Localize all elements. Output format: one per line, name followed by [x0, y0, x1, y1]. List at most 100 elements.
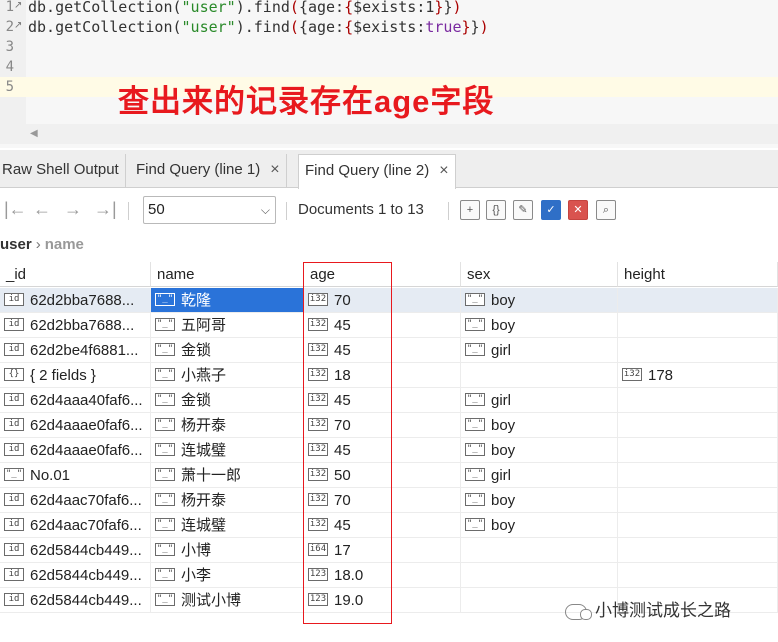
cell-age[interactable]: i32 70 — [304, 488, 461, 513]
editor-horizontal-scrollbar[interactable]: ◀ — [0, 124, 778, 144]
cell-height[interactable] — [618, 413, 778, 438]
cell-age[interactable]: i32 45 — [304, 513, 461, 538]
cell-sex[interactable]: "_" boy — [461, 413, 618, 438]
column-header-name[interactable]: name — [151, 262, 304, 287]
cell-name[interactable]: "_" 小燕子 — [151, 363, 304, 388]
cell-id[interactable]: id 62d4aac70faf6... — [0, 488, 151, 513]
cell-height[interactable] — [618, 288, 778, 313]
view-document-icon[interactable]: {} — [486, 200, 506, 220]
cell-id[interactable]: id 62d5844cb449... — [0, 563, 151, 588]
table-row[interactable]: id 62d5844cb449... "_" 小博 i64 17 — [0, 538, 778, 563]
cell-sex[interactable] — [461, 538, 618, 563]
cell-sex[interactable]: "_" girl — [461, 338, 618, 363]
cell-id[interactable]: {} { 2 fields } — [0, 363, 151, 388]
cell-name[interactable]: "_" 连城璧 — [151, 513, 304, 538]
cell-name[interactable]: "_" 小博 — [151, 538, 304, 563]
cell-height[interactable] — [618, 538, 778, 563]
cell-height[interactable] — [618, 463, 778, 488]
cell-age[interactable]: i32 45 — [304, 313, 461, 338]
select-all-icon[interactable]: ✓ — [541, 200, 561, 220]
table-row[interactable]: "_" No.01 "_" 萧十一郎 i32 50 "_" girl — [0, 463, 778, 488]
table-row[interactable]: id 62d4aaae0faf6... "_" 连城璧 i32 45 "_" boy — [0, 438, 778, 463]
cell-height[interactable] — [618, 563, 778, 588]
cell-sex[interactable]: "_" boy — [461, 288, 618, 313]
cell-sex[interactable]: "_" boy — [461, 313, 618, 338]
cell-id[interactable]: id 62d4aaa40faf6... — [0, 388, 151, 413]
tab-find-query-line-2[interactable]: Find Query (line 2) × — [298, 154, 456, 189]
cell-name[interactable]: "_" 金锁 — [151, 338, 304, 363]
breadcrumb-collection[interactable]: user — [0, 236, 32, 253]
cell-name[interactable]: "_" 五阿哥 — [151, 313, 304, 338]
tab-find-query-line-1[interactable]: Find Query (line 1) × — [130, 154, 287, 188]
cell-height[interactable] — [618, 513, 778, 538]
table-row[interactable]: id 62d2bba7688... "_" 乾隆 i32 70 "_" boy — [0, 288, 778, 313]
next-page-icon[interactable]: → — [64, 200, 82, 218]
close-icon[interactable]: × — [439, 155, 448, 187]
code-line[interactable]: 4 — [0, 57, 778, 77]
edit-document-icon[interactable]: ✎ — [513, 200, 533, 220]
scroll-left-icon[interactable]: ◀ — [30, 128, 38, 139]
column-header-sex[interactable]: sex — [461, 262, 618, 287]
cell-id[interactable]: id 62d2bba7688... — [0, 313, 151, 338]
cell-sex[interactable]: "_" boy — [461, 513, 618, 538]
previous-page-icon[interactable]: ← — [33, 200, 51, 218]
cell-age[interactable]: i32 70 — [304, 288, 461, 313]
first-page-icon[interactable]: |← — [4, 200, 27, 218]
cell-name[interactable]: "_" 杨开泰 — [151, 413, 304, 438]
cell-height[interactable] — [618, 388, 778, 413]
cell-age[interactable]: i32 45 — [304, 388, 461, 413]
cell-age[interactable]: i32 18 — [304, 363, 461, 388]
fold-icon[interactable]: ↗ — [14, 20, 22, 32]
table-row[interactable]: id 62d4aaa40faf6... "_" 金锁 i32 45 "_" girl — [0, 388, 778, 413]
cell-sex[interactable] — [461, 563, 618, 588]
add-document-icon[interactable]: + — [460, 200, 480, 220]
cell-age[interactable]: 123 19.0 — [304, 588, 461, 613]
cell-sex[interactable]: "_" boy — [461, 438, 618, 463]
table-row[interactable]: id 62d4aac70faf6... "_" 连城璧 i32 45 "_" boy — [0, 513, 778, 538]
column-header-id[interactable]: _id — [0, 262, 151, 287]
close-icon[interactable]: × — [270, 154, 279, 186]
cell-id[interactable]: id 62d5844cb449... — [0, 588, 151, 613]
column-header-age[interactable]: age — [304, 262, 461, 287]
cell-height[interactable] — [618, 488, 778, 513]
cell-sex[interactable]: "_" girl — [461, 388, 618, 413]
cell-id[interactable]: id 62d5844cb449... — [0, 538, 151, 563]
cell-id[interactable]: id 62d2bba7688... — [0, 288, 151, 313]
query-editor[interactable]: 1 ↗ db.getCollection("user").find({age:{$e… — [0, 0, 778, 148]
cell-name[interactable]: "_" 测试小博 — [151, 588, 304, 613]
cell-age[interactable]: i64 17 — [304, 538, 461, 563]
cell-height[interactable] — [618, 438, 778, 463]
table-row[interactable]: id 62d4aaae0faf6... "_" 杨开泰 i32 70 "_" boy — [0, 413, 778, 438]
cell-age[interactable]: i32 45 — [304, 438, 461, 463]
cell-age[interactable]: i32 45 — [304, 338, 461, 363]
fold-icon[interactable]: ↗ — [14, 0, 22, 12]
cell-id[interactable]: id 62d4aaae0faf6... — [0, 438, 151, 463]
cell-age[interactable]: 123 18.0 — [304, 563, 461, 588]
cell-name[interactable]: "_" 小李 — [151, 563, 304, 588]
table-row[interactable]: {} { 2 fields } "_" 小燕子 i32 18 i32 178 — [0, 363, 778, 388]
page-size-select[interactable]: 50 ⌵ — [143, 196, 276, 224]
cell-name[interactable]: "_" 萧十一郎 — [151, 463, 304, 488]
cell-sex[interactable]: "_" boy — [461, 488, 618, 513]
cell-sex[interactable]: "_" girl — [461, 463, 618, 488]
cell-id[interactable]: id 62d2be4f6881... — [0, 338, 151, 363]
cell-id[interactable]: id 62d4aac70faf6... — [0, 513, 151, 538]
code-line[interactable]: 2 ↗ db.getCollection("user").find({age:{$e… — [0, 17, 778, 37]
table-row[interactable]: id 62d5844cb449... "_" 小李 123 18.0 — [0, 563, 778, 588]
cell-name[interactable]: "_" 连城璧 — [151, 438, 304, 463]
cell-id[interactable]: id 62d4aaae0faf6... — [0, 413, 151, 438]
delete-document-icon[interactable]: ✕ — [568, 200, 588, 220]
breadcrumb-field[interactable]: name — [45, 236, 84, 253]
cell-name[interactable]: "_" 金锁 — [151, 388, 304, 413]
cell-height[interactable] — [618, 338, 778, 363]
cell-age[interactable]: i32 70 — [304, 413, 461, 438]
table-row[interactable]: id 62d2be4f6881... "_" 金锁 i32 45 "_" girl — [0, 338, 778, 363]
search-document-icon[interactable]: ⌕ — [596, 200, 616, 220]
cell-age[interactable]: i32 50 — [304, 463, 461, 488]
cell-name[interactable]: "_" 杨开泰 — [151, 488, 304, 513]
cell-sex[interactable] — [461, 363, 618, 388]
cell-name[interactable]: "_" 乾隆 — [151, 288, 304, 313]
table-row[interactable]: id 62d4aac70faf6... "_" 杨开泰 i32 70 "_" boy — [0, 488, 778, 513]
code-line[interactable]: 1 ↗ db.getCollection("user").find({age:{$e… — [0, 0, 778, 17]
last-page-icon[interactable]: →| — [94, 200, 117, 218]
